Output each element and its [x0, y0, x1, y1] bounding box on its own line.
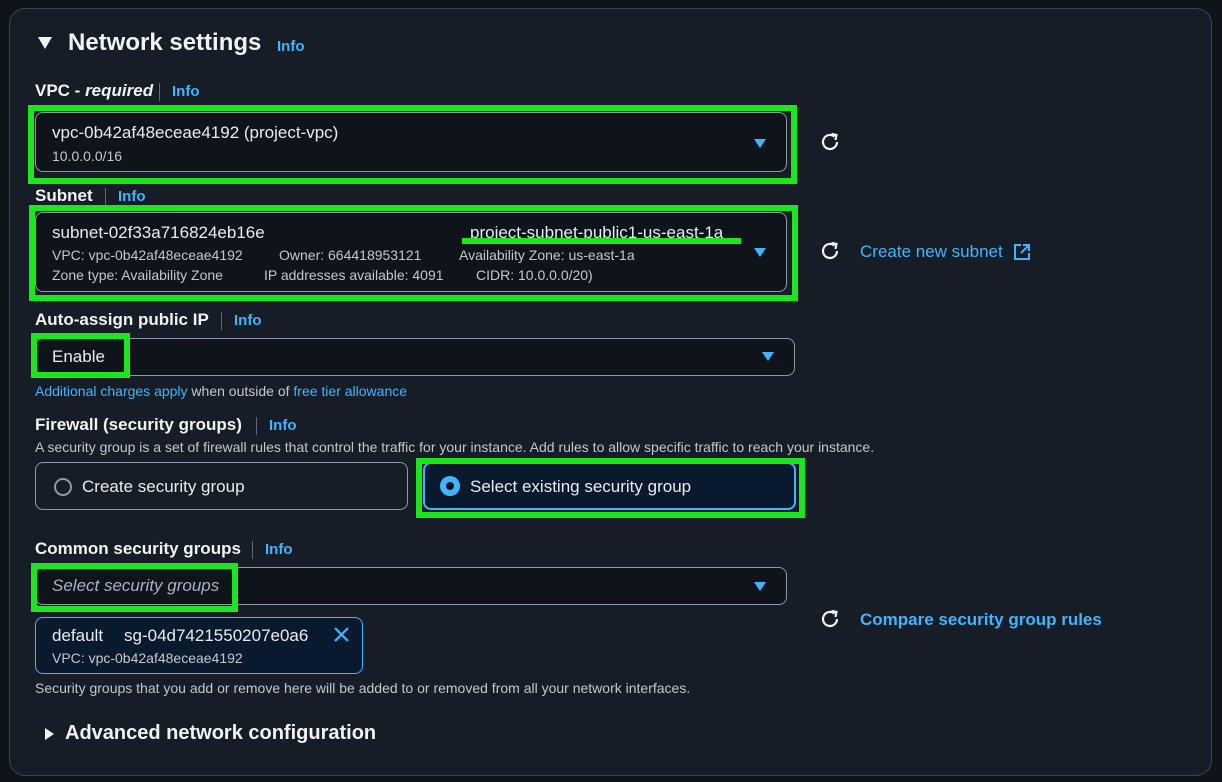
close-icon[interactable] [333, 626, 350, 643]
firewall-label: Firewall (security groups) [35, 415, 242, 434]
collapse-triangle-icon[interactable] [38, 37, 52, 49]
vpc-label: VPC - required [35, 81, 154, 100]
radio-create[interactable] [54, 478, 72, 496]
divider [256, 417, 257, 435]
charges-note: Additional charges apply when outside of… [35, 383, 408, 399]
free-tier-link[interactable]: free tier allowance [293, 383, 407, 399]
create-security-group-label: Create security group [82, 477, 245, 496]
highlight-box [29, 205, 798, 301]
highlight-box [31, 333, 130, 378]
common-sg-info-link[interactable]: Info [265, 541, 293, 558]
subnet-label: Subnet [35, 186, 93, 205]
auto-ip-select[interactable] [35, 338, 795, 376]
triangle-right-icon[interactable] [45, 728, 54, 740]
divider [159, 83, 160, 101]
token-name: default [52, 626, 104, 645]
create-new-subnet-link[interactable]: Create new subnet [860, 242, 1003, 262]
highlight-box [416, 458, 805, 518]
highlight-box [28, 105, 797, 184]
firewall-description: A security group is a set of firewall ru… [35, 439, 875, 455]
refresh-icon[interactable] [819, 240, 841, 262]
caret-down-icon [754, 582, 766, 591]
caret-down-icon [762, 352, 774, 361]
additional-charges-link[interactable]: Additional charges apply [35, 383, 188, 399]
highlight-box [31, 563, 238, 612]
compare-security-group-rules-link[interactable]: Compare security group rules [860, 610, 1102, 630]
firewall-info-link[interactable]: Info [269, 417, 297, 434]
section-info-link[interactable]: Info [277, 38, 305, 55]
auto-ip-label: Auto-assign public IP [35, 310, 209, 329]
token-id: sg-04d7421550207e0a6 [124, 626, 309, 645]
subnet-info-link[interactable]: Info [118, 188, 146, 205]
security-groups-help: Security groups that you add or remove h… [35, 680, 691, 696]
external-link-icon [1014, 244, 1030, 260]
token-vpc: VPC: vpc-0b42af48eceae4192 [52, 650, 243, 666]
vpc-info-link[interactable]: Info [172, 83, 200, 100]
divider [252, 541, 253, 559]
common-sg-label: Common security groups [35, 539, 241, 558]
divider [221, 312, 222, 330]
section-title: Network settings [68, 29, 262, 56]
refresh-icon[interactable] [819, 608, 841, 630]
refresh-icon[interactable] [819, 131, 841, 153]
advanced-network-configuration-toggle[interactable]: Advanced network configuration [65, 722, 376, 745]
auto-ip-info-link[interactable]: Info [234, 312, 262, 329]
divider [105, 188, 106, 206]
